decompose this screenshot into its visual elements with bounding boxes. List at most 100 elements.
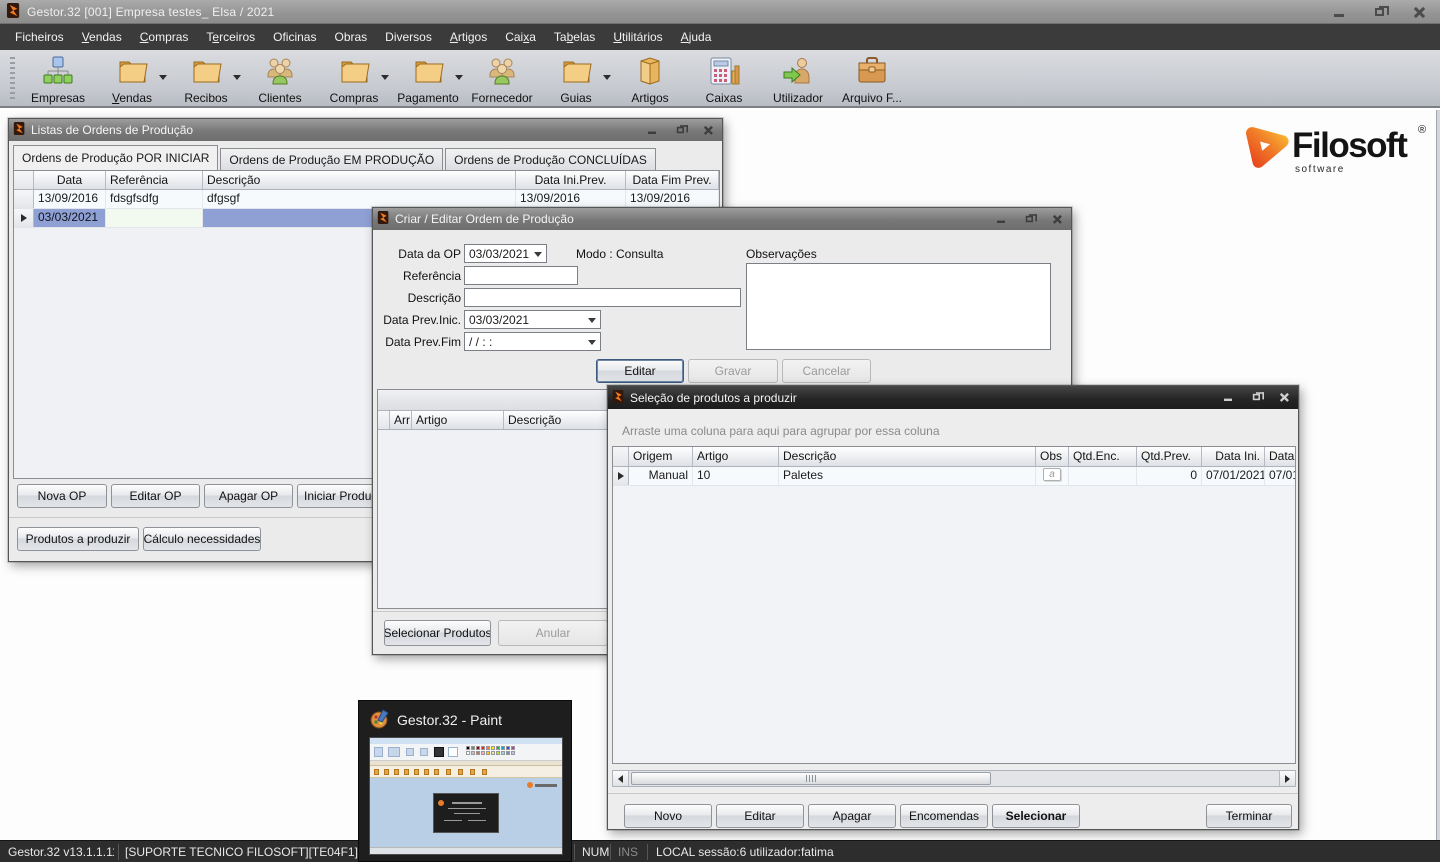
ordens-table-header[interactable]: Data Referência Descrição Data Ini.Prev.… xyxy=(14,171,719,190)
data-prev-inic-combo[interactable]: 03/03/2021 xyxy=(464,310,601,329)
column-header: Artigo xyxy=(412,411,504,429)
menu-diversos[interactable]: Diversos xyxy=(376,26,441,48)
org-chart-icon xyxy=(42,55,74,90)
calculo-necessidades-button[interactable]: Cálculo necessidades xyxy=(143,527,261,551)
mini-gestor-splash xyxy=(433,793,499,833)
apagar-button[interactable]: Apagar xyxy=(808,804,896,828)
produtos-a-produzir-button[interactable]: Produtos a produzir xyxy=(17,527,139,551)
tab-concluidas[interactable]: Ordens de Produção CONCLUÍDAS xyxy=(445,148,656,170)
people-icon xyxy=(486,55,518,90)
minimize-icon[interactable] xyxy=(1222,391,1235,402)
paint-thumbnail-preview[interactable]: Gestor.32 - Paint xyxy=(358,700,572,862)
toolbar-grip[interactable] xyxy=(10,57,15,101)
window-selecao-titlebar[interactable]: Seleção de produtos a produzir xyxy=(608,386,1298,409)
menu-oficinas[interactable]: Oficinas xyxy=(264,26,325,48)
divider xyxy=(647,844,648,860)
toolbar-caixas-button[interactable]: Caixas xyxy=(687,53,761,105)
editar-op-button[interactable]: Editar OP xyxy=(111,484,200,508)
paint-mini-screenshot[interactable] xyxy=(369,737,563,855)
toolbar-vendas-button[interactable]: Vendas xyxy=(95,53,169,105)
minimize-icon[interactable] xyxy=(1328,3,1350,21)
gestor-window-icon xyxy=(612,390,625,406)
menu-caixa[interactable]: Caixa xyxy=(496,26,545,48)
gestor-app-icon xyxy=(6,3,21,21)
window-title: Listas de Ordens de Produção xyxy=(31,123,193,137)
restore-icon[interactable] xyxy=(1368,3,1390,21)
editar-button[interactable]: Editar xyxy=(596,359,684,383)
minimize-icon[interactable] xyxy=(995,213,1008,224)
cancelar-button[interactable]: Cancelar xyxy=(782,359,871,383)
dropdown-arrow-icon[interactable] xyxy=(159,75,167,80)
data-prev-fim-combo[interactable]: / / : : xyxy=(464,332,601,351)
anular-button[interactable]: Anular xyxy=(498,620,608,646)
close-icon[interactable] xyxy=(1051,213,1064,224)
encomendas-button[interactable]: Encomendas xyxy=(900,804,988,828)
toolbar-fornecedor-button[interactable]: Fornecedor xyxy=(465,53,539,105)
nova-op-button[interactable]: Nova OP xyxy=(17,484,107,508)
close-icon[interactable] xyxy=(702,124,715,135)
menu-vendas[interactable]: Vendas xyxy=(73,26,131,48)
gravar-button[interactable]: Gravar xyxy=(688,359,778,383)
terminar-button[interactable]: Terminar xyxy=(1206,804,1292,828)
dropdown-arrow-icon[interactable] xyxy=(233,75,241,80)
data-da-op-combo[interactable]: 03/03/2021 xyxy=(464,244,547,263)
selecionar-button[interactable]: Selecionar xyxy=(992,804,1080,828)
editar-button[interactable]: Editar xyxy=(716,804,804,828)
toolbar-arquivo-button[interactable]: Arquivo F... xyxy=(835,53,909,105)
table-row-selected[interactable]: Manual 10 Paletes a 0 07/01/2021 07/01/2… xyxy=(613,467,1295,486)
toolbar-pagamento-button[interactable]: Pagamento xyxy=(391,53,465,105)
menu-artigos[interactable]: Artigos xyxy=(441,26,496,48)
restore-icon[interactable] xyxy=(674,124,687,135)
produtos-table-header[interactable]: Origem Artigo Descrição Obs Qtd.Enc. Qtd… xyxy=(613,447,1295,467)
menu-compras[interactable]: Compras xyxy=(131,26,198,48)
dropdown-arrow-icon[interactable] xyxy=(603,75,611,80)
column-header: Arr xyxy=(390,411,412,429)
group-by-hint: Arraste uma coluna para aqui para agrupa… xyxy=(622,424,940,438)
tab-em-producao[interactable]: Ordens de Produção EM PRODUÇÃO xyxy=(220,148,443,170)
observacoes-textarea[interactable] xyxy=(746,263,1051,350)
minimize-icon[interactable] xyxy=(646,124,659,135)
obs-note-icon[interactable]: a xyxy=(1043,468,1061,481)
chevron-down-icon[interactable] xyxy=(534,252,542,257)
menu-tabelas[interactable]: Tabelas xyxy=(545,26,604,48)
current-row-arrow-icon xyxy=(21,214,27,222)
filosoft-tagline: software xyxy=(1295,164,1345,175)
toolbar-artigos-button[interactable]: Artigos xyxy=(613,53,687,105)
toolbar-guias-button[interactable]: Guias xyxy=(539,53,613,105)
thumbnail-title: Gestor.32 - Paint xyxy=(397,712,502,728)
close-icon[interactable] xyxy=(1278,391,1291,402)
window-listas-titlebar[interactable]: Listas de Ordens de Produção xyxy=(9,119,722,141)
menu-terceiros[interactable]: Terceiros xyxy=(197,26,264,48)
descricao-input[interactable] xyxy=(464,288,741,307)
scroll-right-icon[interactable] xyxy=(1279,771,1295,786)
restore-icon[interactable] xyxy=(1023,213,1036,224)
scroll-left-icon[interactable] xyxy=(613,771,629,786)
referencia-input[interactable] xyxy=(464,266,578,285)
menu-obras[interactable]: Obras xyxy=(325,26,376,48)
chevron-down-icon[interactable] xyxy=(588,318,596,323)
chevron-down-icon[interactable] xyxy=(588,340,596,345)
menu-utilitarios[interactable]: Utilitários xyxy=(604,26,671,48)
menu-ficheiros[interactable]: Ficheiros xyxy=(6,26,73,48)
app-title: Gestor.32 [001] Empresa testes_ Elsa / 2… xyxy=(27,5,274,19)
toolbar-recibos-button[interactable]: Recibos xyxy=(169,53,243,105)
dropdown-arrow-icon[interactable] xyxy=(455,75,463,80)
toolbar-empresas-button[interactable]: Empresas xyxy=(21,53,95,105)
close-icon[interactable] xyxy=(1408,3,1430,21)
apagar-op-button[interactable]: Apagar OP xyxy=(204,484,293,508)
toolbar-utilizador-button[interactable]: Utilizador xyxy=(761,53,835,105)
window-criar-titlebar[interactable]: Criar / Editar Ordem de Produção xyxy=(373,208,1071,230)
toolbar-compras-button[interactable]: Compras xyxy=(317,53,391,105)
descricao-label: Descrição xyxy=(381,291,461,305)
folder-icon xyxy=(338,55,370,90)
selecionar-produtos-button[interactable]: Selecionar Produtos xyxy=(384,620,491,646)
horizontal-scrollbar[interactable] xyxy=(612,770,1296,787)
scrollbar-thumb[interactable] xyxy=(631,772,991,785)
dropdown-arrow-icon[interactable] xyxy=(381,75,389,80)
toolbar-clientes-button[interactable]: Clientes xyxy=(243,53,317,105)
restore-icon[interactable] xyxy=(1250,391,1263,402)
paint-palette-icon xyxy=(369,708,391,733)
menu-ajuda[interactable]: Ajuda xyxy=(672,26,721,48)
novo-button[interactable]: Novo xyxy=(624,804,712,828)
tab-por-iniciar[interactable]: Ordens de Produção POR INICIAR xyxy=(13,145,218,170)
